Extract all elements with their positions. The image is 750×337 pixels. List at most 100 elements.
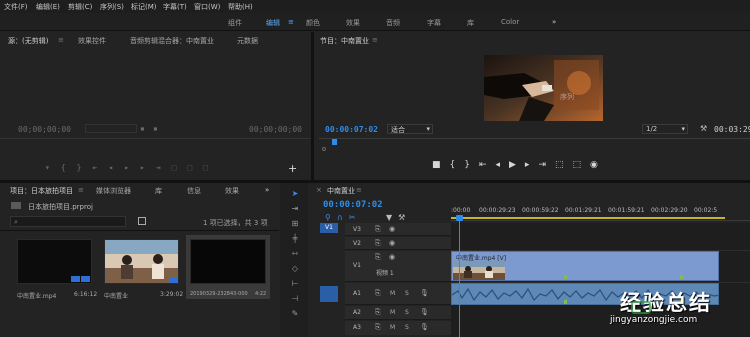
source-patch-v1[interactable]: V1 [320, 223, 338, 233]
workspace-titles[interactable]: 字幕 [427, 18, 441, 28]
more-workspaces-icon[interactable]: » [552, 18, 556, 26]
toggle-sync-icon[interactable]: ⎘ [375, 289, 381, 298]
solo-button[interactable]: S [405, 290, 409, 297]
workspace-library[interactable]: 库 [467, 18, 474, 28]
wrench-icon[interactable]: ▪ [140, 124, 145, 133]
microphone-icon[interactable]: 🎙 [420, 289, 429, 297]
solo-button[interactable]: S [405, 309, 409, 316]
video-clip[interactable]: 中南置业.mp4 [V] [451, 251, 719, 281]
menu-title[interactable]: 字幕(T) [163, 2, 187, 12]
workspace-color[interactable]: 颜色 [306, 18, 320, 28]
track-v3[interactable]: V3 ⎘ ◉ [345, 223, 451, 236]
menu-clip[interactable]: 剪辑(C) [68, 2, 92, 12]
ripple-edit-tool-icon[interactable]: ⊞ [288, 219, 302, 231]
quality-dropdown[interactable]: 1/2 ▾ [642, 124, 688, 134]
source-timeline-ruler[interactable] [0, 138, 311, 143]
rolling-edit-tool-icon[interactable]: ╪ [288, 234, 302, 246]
menu-file[interactable]: 文件(F) [4, 2, 28, 12]
workspace-effects[interactable]: 效果 [346, 18, 360, 28]
source-tab-menu-icon[interactable]: ≡ [58, 36, 64, 44]
source-transport-controls[interactable]: ▾{}⇤◂▸▸⇥⬚⬚⬚ [45, 163, 219, 172]
zoom-handle[interactable] [322, 147, 326, 151]
timeline-menu-icon[interactable]: ≡ [356, 186, 362, 194]
eye-icon[interactable]: ◉ [389, 253, 395, 261]
slide-tool-icon[interactable]: ⊣ [288, 294, 302, 306]
work-area-bar[interactable] [451, 217, 725, 219]
mute-button[interactable]: M [390, 324, 395, 331]
source-patch-a1[interactable] [320, 286, 338, 302]
playhead-line[interactable] [459, 215, 460, 337]
settings-icon[interactable]: ▪ [153, 124, 158, 133]
workspace-menu-icon[interactable]: ≡ [288, 18, 294, 26]
mute-button[interactable]: M [390, 290, 395, 297]
mute-button[interactable]: M [390, 309, 395, 316]
fit-dropdown[interactable]: 适合 ▾ [387, 124, 433, 134]
tab-media-browser[interactable]: 媒体浏览器 [96, 186, 131, 196]
new-bin-icon[interactable] [138, 217, 146, 225]
marker-icons[interactable]: ▼⚒ [386, 213, 411, 222]
slip-tool-icon[interactable]: ⊢ [288, 279, 302, 291]
playhead-marker[interactable] [332, 139, 337, 145]
program-title[interactable]: 节目：中南置业 [320, 36, 369, 46]
tab-effects[interactable]: 效果 [225, 186, 239, 196]
microphone-icon[interactable]: 🎙 [420, 323, 429, 331]
menu-help[interactable]: 帮助(H) [228, 2, 253, 12]
timeline-timecode[interactable]: 00:00:07:02 [323, 200, 383, 210]
track-a1[interactable]: A1 ⎘ M S 🎙 [345, 283, 451, 305]
source-fit-dropdown[interactable] [85, 124, 137, 133]
menu-edit[interactable]: 编辑(E) [36, 2, 60, 12]
toggle-sync-icon[interactable]: ⎘ [375, 239, 381, 248]
tab-metadata[interactable]: 元数据 [237, 36, 258, 46]
toggle-sync-icon[interactable]: ⎘ [375, 225, 381, 234]
workspace-assembly[interactable]: 组件 [228, 18, 242, 28]
sequence-tab[interactable]: 中南置业 [327, 186, 355, 196]
track-select-tool-icon[interactable]: ⇥ [288, 204, 302, 216]
project-item-thumbnail[interactable] [17, 239, 92, 284]
tab-project[interactable]: 项目：日本旅拍项目 [10, 186, 73, 196]
workspace-audio[interactable]: 音频 [386, 18, 400, 28]
microphone-icon[interactable]: 🎙 [420, 308, 429, 316]
audio-badge-icon [81, 276, 90, 282]
track-v1[interactable]: V1 ⎘ ◉ 视频 1 [345, 251, 451, 282]
rate-stretch-tool-icon[interactable]: ⇿ [288, 249, 302, 261]
track-label: V1 [353, 262, 361, 269]
workspace-color-en[interactable]: Color [501, 18, 519, 26]
track-v2[interactable]: V2 ⎘ ◉ [345, 237, 451, 250]
program-ruler[interactable] [319, 138, 750, 151]
more-tabs-icon[interactable]: » [265, 186, 269, 194]
workspace-editing[interactable]: 编辑 [266, 18, 280, 28]
tab-libraries[interactable]: 库 [155, 186, 162, 196]
close-icon[interactable]: × [316, 186, 322, 194]
toggle-sync-icon[interactable]: ⎘ [375, 323, 381, 332]
tab-effect-controls[interactable]: 效果控件 [78, 36, 106, 46]
timeline-tool-icons[interactable]: ⚲∩✂ [325, 213, 361, 222]
eye-icon[interactable]: ◉ [389, 225, 395, 233]
program-transport-controls[interactable]: ■{}⇤◂▶▸⇥⬚⬚◉ [432, 160, 607, 170]
search-input[interactable]: ⌕ [10, 216, 126, 227]
solo-button[interactable]: S [405, 324, 409, 331]
menu-marker[interactable]: 标记(M) [131, 2, 157, 12]
tab-info[interactable]: 信息 [187, 186, 201, 196]
wrench-icon[interactable]: ⚒ [700, 124, 707, 133]
project-item-thumbnail[interactable] [104, 239, 179, 284]
playhead-handle[interactable] [456, 215, 463, 221]
program-menu-icon[interactable]: ≡ [372, 36, 378, 44]
time-ruler[interactable]: :00:00 00:00:29:23 00:00:59:22 00:01:29:… [451, 205, 750, 221]
add-button[interactable]: + [288, 162, 297, 175]
project-menu-icon[interactable]: ≡ [78, 186, 84, 194]
eye-icon[interactable]: ◉ [389, 239, 395, 247]
menu-sequence[interactable]: 序列(S) [100, 2, 124, 12]
track-a2[interactable]: A2 ⎘ M S 🎙 [345, 306, 451, 320]
toggle-sync-icon[interactable]: ⎘ [375, 308, 381, 317]
program-timecode-current[interactable]: 00:00:07:02 [325, 125, 378, 134]
tab-source[interactable]: 源：(无剪辑) [8, 36, 48, 46]
tab-audio-clip-mixer[interactable]: 音频剪辑混合器：中南置业 [130, 36, 214, 46]
toggle-sync-icon[interactable]: ⎘ [375, 253, 381, 262]
menu-window[interactable]: 窗口(W) [194, 2, 220, 12]
track-headers: V1 V3 ⎘ ◉ V2 ⎘ ◉ V1 ⎘ ◉ 视频 1 A1 ⎘ M S 🎙 … [311, 223, 451, 337]
pen-tool-icon[interactable]: ✎ [288, 309, 302, 321]
razor-tool-icon[interactable]: ◇ [288, 264, 302, 276]
selection-tool-icon[interactable]: ➤ [288, 189, 302, 201]
project-item-thumbnail[interactable] [190, 239, 266, 284]
track-a3[interactable]: A3 ⎘ M S 🎙 [345, 321, 451, 335]
